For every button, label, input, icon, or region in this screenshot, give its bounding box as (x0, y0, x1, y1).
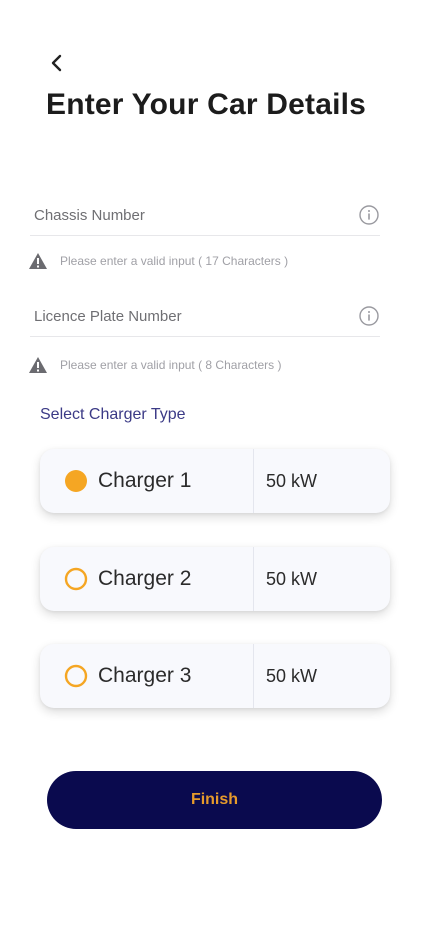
charger-option-1-left: Charger 1 (40, 449, 254, 513)
license-plate-hint-text: Please enter a valid input ( 8 Character… (60, 358, 282, 372)
charger-power: 50 kW (266, 568, 318, 589)
radio-unselected-icon[interactable] (64, 567, 88, 591)
charger-name: Charger 3 (98, 664, 192, 687)
screen: Enter Your Car Details Please enter a va… (0, 0, 430, 932)
charger-option-1[interactable]: Charger 1 50 kW (40, 449, 390, 513)
finish-button[interactable]: Finish (47, 771, 382, 829)
chassis-info-icon[interactable] (358, 204, 380, 226)
chevron-left-icon (51, 54, 62, 72)
charger-name: Charger 1 (98, 469, 192, 492)
license-plate-field (30, 296, 380, 337)
chassis-hint-text: Please enter a valid input ( 17 Characte… (60, 254, 289, 268)
warning-icon (29, 357, 47, 373)
radio-selected-icon[interactable] (64, 469, 88, 493)
charger-option-2[interactable]: Charger 2 50 kW (40, 547, 390, 611)
page-title: Enter Your Car Details (46, 88, 367, 121)
charger-option-3[interactable]: Charger 3 50 kW (40, 644, 390, 708)
license-plate-info-icon[interactable] (358, 305, 380, 327)
charger-power: 50 kW (266, 470, 318, 491)
warning-icon (29, 253, 47, 269)
charger-option-2-left: Charger 2 (40, 547, 254, 611)
chassis-number-field (30, 195, 380, 236)
chassis-hint: Please enter a valid input ( 17 Characte… (28, 252, 288, 270)
chassis-number-input[interactable] (30, 206, 358, 224)
info-icon (359, 205, 379, 225)
charger-option-3-left: Charger 3 (40, 644, 254, 708)
license-plate-hint: Please enter a valid input ( 8 Character… (28, 356, 281, 374)
charger-section-label: Select Charger Type (40, 406, 186, 423)
info-icon (359, 306, 379, 326)
radio-unselected-icon[interactable] (64, 664, 88, 688)
back-button[interactable] (42, 48, 72, 78)
charger-name: Charger 2 (98, 567, 192, 590)
finish-button-label: Finish (190, 791, 239, 808)
charger-power: 50 kW (266, 665, 318, 686)
license-plate-input[interactable] (30, 307, 358, 325)
